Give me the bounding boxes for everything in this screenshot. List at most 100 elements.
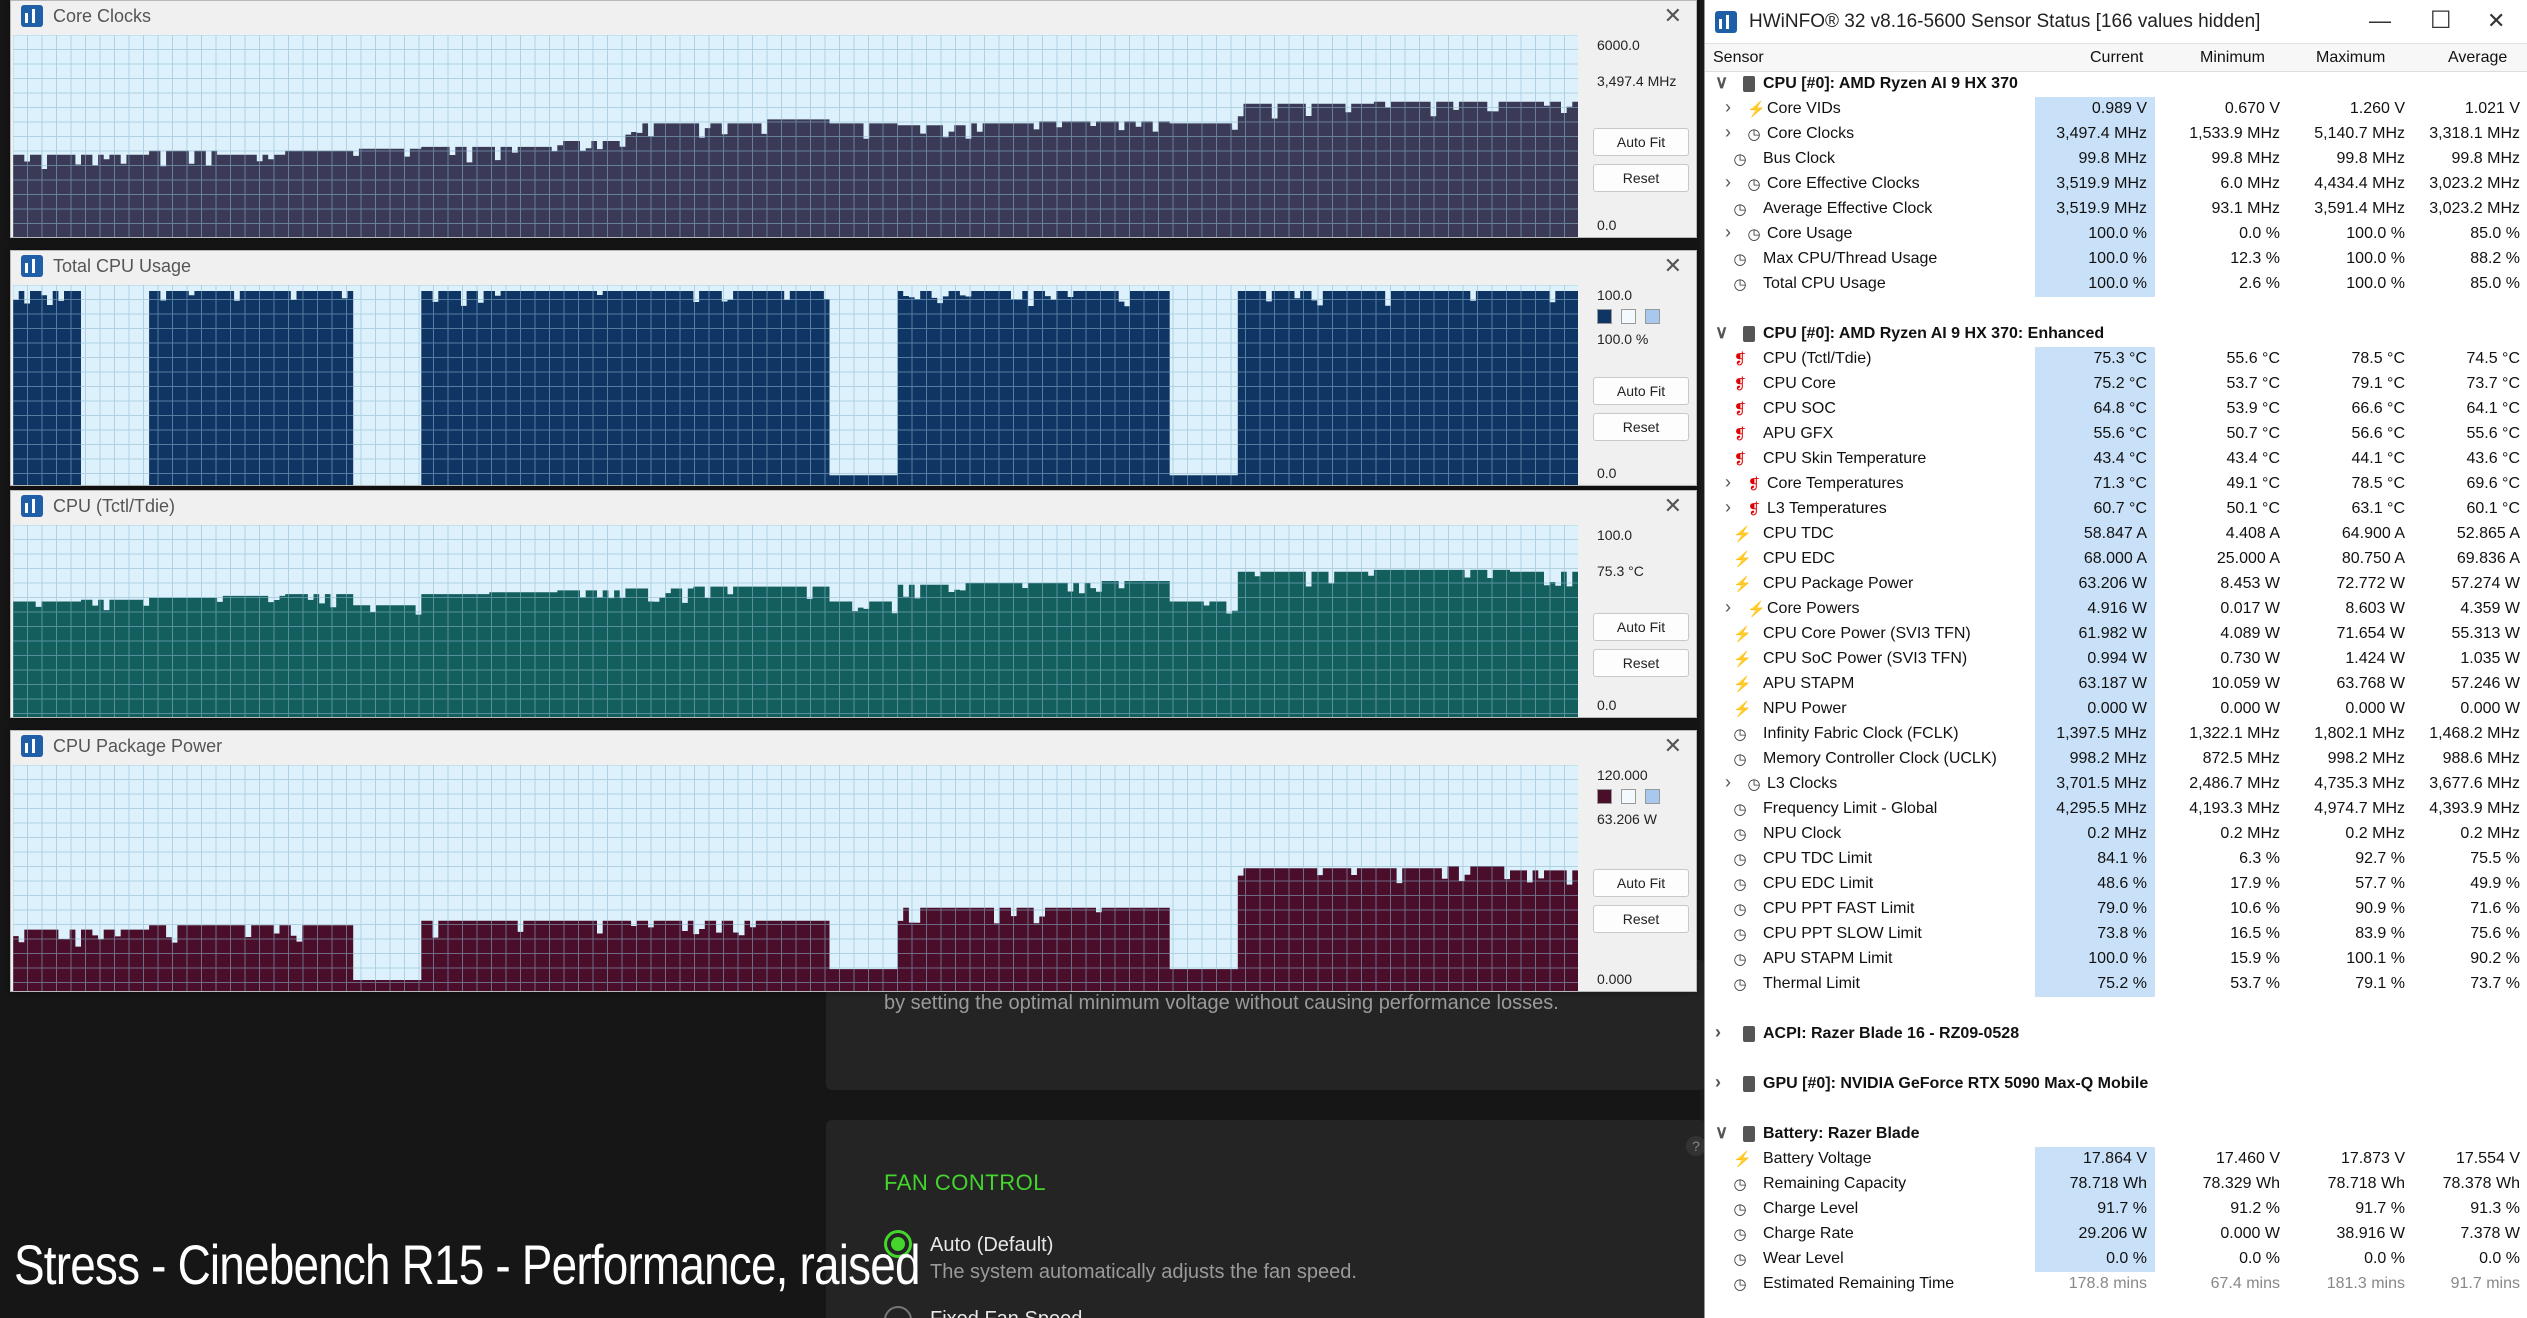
sensor-row[interactable]: ⚡ CPU SoC Power (SVI3 TFN) 0.994 W 0.730 W 1… <box>1705 647 2527 672</box>
chevron-right-icon[interactable]: › <box>1715 1022 1721 1043</box>
graph-window-4[interactable]: CPU Package Power ✕ 120.000 63.206 W Auto Fi… <box>10 730 1697 992</box>
graph-titlebar[interactable]: Total CPU Usage <box>11 251 1696 281</box>
sensor-row[interactable]: › ❡ L3 Temperatures 60.7 °C 50.1 °C 63.1 °C 60… <box>1705 497 2527 522</box>
sensor-average: 90.2 % <box>2470 950 2520 967</box>
grid-color-swatch[interactable] <box>1645 789 1660 804</box>
reset-button[interactable]: Reset <box>1593 649 1689 678</box>
auto-fit-button[interactable]: Auto Fit <box>1593 613 1689 642</box>
sensor-row[interactable]: ◷ Average Effective Clock 3,519.9 MHz 93.1 … <box>1705 197 2527 222</box>
close-icon[interactable]: ✕ <box>1664 255 1682 277</box>
sensor-row[interactable]: ◷ Infinity Fabric Clock (FCLK) 1,397.5 MHz… <box>1705 722 2527 747</box>
sensor-current: 43.4 °C <box>2035 447 2155 472</box>
close-icon[interactable]: ✕ <box>1664 735 1682 757</box>
chevron-right-icon[interactable]: › <box>1725 497 1731 518</box>
sensor-minimum: 0.000 W <box>2220 1225 2280 1242</box>
sensor-row[interactable]: ◷ Thermal Limit 75.2 % 53.7 % 79.1 % 73.7 % <box>1705 972 2527 997</box>
auto-fit-button[interactable]: Auto Fit <box>1593 377 1689 405</box>
chevron-right-icon[interactable]: › <box>1715 1072 1721 1093</box>
reset-button[interactable]: Reset <box>1593 163 1689 192</box>
graph-titlebar[interactable]: Core Clocks <box>11 1 1696 31</box>
sensor-row[interactable]: ◷ Bus Clock 99.8 MHz 99.8 MHz 99.8 MHz 99.8 M… <box>1705 147 2527 172</box>
sensor-group[interactable]: ∨ CPU [#0]: AMD Ryzen AI 9 HX 370 <box>1705 72 2527 97</box>
sensor-row[interactable]: › ◷ Core Effective Clocks 3,519.9 MHz 6.0 MH… <box>1705 172 2527 197</box>
chevron-down-icon[interactable]: ∨ <box>1715 1122 1728 1143</box>
sensor-row[interactable]: ⚡ CPU Core Power (SVI3 TFN) 61.982 W 4.089 … <box>1705 622 2527 647</box>
chevron-right-icon[interactable]: › <box>1725 597 1731 618</box>
sensor-group[interactable]: ∨ Battery: Razer Blade <box>1705 1122 2527 1147</box>
maximize-icon[interactable]: ☐ <box>2430 6 2452 35</box>
graph-window-1[interactable]: Core Clocks ✕ 6000.0 3,497.4 MHz Auto Fit Res… <box>10 0 1697 238</box>
col-sensor[interactable]: Sensor <box>1713 49 1764 67</box>
sensor-row[interactable]: ❡ CPU (Tctl/Tdie) 75.3 °C 55.6 °C 78.5 °C 74.… <box>1705 347 2527 372</box>
background-color-swatch[interactable] <box>1621 309 1636 324</box>
sensor-row[interactable]: ◷ CPU TDC Limit 84.1 % 6.3 % 92.7 % 75.5 % <box>1705 847 2527 872</box>
sensor-row[interactable]: › ⚡ Core Powers 4.916 W 0.017 W 8.603 W 4.359 … <box>1705 597 2527 622</box>
auto-fit-button[interactable]: Auto Fit <box>1593 127 1689 156</box>
sensor-minimum: 99.8 MHz <box>2211 150 2280 167</box>
chevron-down-icon[interactable]: ∨ <box>1715 72 1728 93</box>
background-color-swatch[interactable] <box>1621 789 1636 804</box>
sensor-row[interactable]: ⚡ CPU Package Power 63.206 W 8.453 W 72.772 … <box>1705 572 2527 597</box>
fan-fixed-label[interactable]: Fixed Fan Speed <box>930 1308 1082 1318</box>
close-icon[interactable]: ✕ <box>2487 8 2505 34</box>
sensor-row[interactable]: ◷ Frequency Limit - Global 4,295.5 MHz 4,19… <box>1705 797 2527 822</box>
fan-auto-label[interactable]: Auto (Default) <box>930 1234 1053 1257</box>
sensor-row[interactable]: › ◷ Core Usage 100.0 % 0.0 % 100.0 % 85.0 % <box>1705 222 2527 247</box>
sensor-row[interactable]: ⚡ CPU TDC 58.847 A 4.408 A 64.900 A 52.865 A <box>1705 522 2527 547</box>
chevron-right-icon[interactable]: › <box>1725 772 1731 793</box>
sensor-row[interactable]: ◷ CPU PPT FAST Limit 79.0 % 10.6 % 90.9 % 71.… <box>1705 897 2527 922</box>
graph-window-3[interactable]: CPU (Tctl/Tdie) ✕ 100.0 75.3 °C Auto Fit Rese… <box>10 490 1697 718</box>
graph-window-2[interactable]: Total CPU Usage ✕ 100.0 100.0 % Auto Fit Rese… <box>10 250 1697 486</box>
sensor-row[interactable]: ◷ Memory Controller Clock (UCLK) 998.2 MHz… <box>1705 747 2527 772</box>
sensor-row[interactable]: ❡ CPU SOC 64.8 °C 53.9 °C 66.6 °C 64.1 °C <box>1705 397 2527 422</box>
col-current[interactable]: Current <box>2090 49 2143 67</box>
sensor-row[interactable]: ◷ APU STAPM Limit 100.0 % 15.9 % 100.1 % 90.2… <box>1705 947 2527 972</box>
reset-button[interactable]: Reset <box>1593 904 1689 933</box>
help-icon[interactable]: ? <box>1686 1136 1706 1156</box>
minimize-icon[interactable]: — <box>2369 8 2391 34</box>
chevron-right-icon[interactable]: › <box>1725 172 1731 193</box>
sensor-row[interactable]: › ⚡ Core VIDs 0.989 V 0.670 V 1.260 V 1.021 V <box>1705 97 2527 122</box>
sensor-row[interactable]: ⚡ Battery Voltage 17.864 V 17.460 V 17.873 V… <box>1705 1147 2527 1172</box>
sensor-row[interactable]: ◷ CPU EDC Limit 48.6 % 17.9 % 57.7 % 49.9 % <box>1705 872 2527 897</box>
col-average[interactable]: Average <box>2448 49 2507 67</box>
graph-titlebar[interactable]: CPU (Tctl/Tdie) <box>11 491 1696 521</box>
sensor-row[interactable]: ◷ NPU Clock 0.2 MHz 0.2 MHz 0.2 MHz 0.2 MHz <box>1705 822 2527 847</box>
sensor-group[interactable]: ∨ CPU [#0]: AMD Ryzen AI 9 HX 370: Enhanc… <box>1705 322 2527 347</box>
sensor-group[interactable]: › ACPI: Razer Blade 16 - RZ09-0528 <box>1705 1022 2527 1047</box>
chevron-right-icon[interactable]: › <box>1725 122 1731 143</box>
sensor-group[interactable]: › GPU [#0]: NVIDIA GeForce RTX 5090 Max-Q… <box>1705 1072 2527 1097</box>
sensor-row[interactable]: ◷ Charge Rate 29.206 W 0.000 W 38.916 W 7.378… <box>1705 1222 2527 1247</box>
grid-color-swatch[interactable] <box>1645 309 1660 324</box>
sensor-row[interactable]: ◷ Estimated Remaining Time 178.8 mins 67.4 … <box>1705 1272 2527 1297</box>
chevron-right-icon[interactable]: › <box>1725 472 1731 493</box>
series-color-swatch[interactable] <box>1597 309 1612 324</box>
sensor-row[interactable]: ⚡ NPU Power 0.000 W 0.000 W 0.000 W 0.000 W <box>1705 697 2527 722</box>
sensor-row[interactable]: ◷ Wear Level 0.0 % 0.0 % 0.0 % 0.0 % <box>1705 1247 2527 1272</box>
sensor-row[interactable]: ◷ CPU PPT SLOW Limit 73.8 % 16.5 % 83.9 % 75.… <box>1705 922 2527 947</box>
sensor-row[interactable]: › ◷ Core Clocks 3,497.4 MHz 1,533.9 MHz 5,140… <box>1705 122 2527 147</box>
sensor-row[interactable]: ◷ Remaining Capacity 78.718 Wh 78.329 Wh 78.… <box>1705 1172 2527 1197</box>
sensor-row[interactable]: ❡ CPU Core 75.2 °C 53.7 °C 79.1 °C 73.7 °C <box>1705 372 2527 397</box>
sensor-row[interactable]: ⚡ APU STAPM 63.187 W 10.059 W 63.768 W 57.246… <box>1705 672 2527 697</box>
chevron-right-icon[interactable]: › <box>1725 97 1731 118</box>
auto-fit-button[interactable]: Auto Fit <box>1593 868 1689 897</box>
col-minimum[interactable]: Minimum <box>2200 49 2265 67</box>
sensor-row[interactable]: › ❡ Core Temperatures 71.3 °C 49.1 °C 78.5 °C… <box>1705 472 2527 497</box>
close-icon[interactable]: ✕ <box>1664 495 1682 517</box>
sensor-row[interactable]: ⚡ CPU EDC 68.000 A 25.000 A 80.750 A 69.836 A <box>1705 547 2527 572</box>
close-icon[interactable]: ✕ <box>1664 5 1682 27</box>
graph-titlebar[interactable]: CPU Package Power <box>11 731 1696 761</box>
sensor-row[interactable]: › ◷ L3 Clocks 3,701.5 MHz 2,486.7 MHz 4,735.3… <box>1705 772 2527 797</box>
chevron-right-icon[interactable]: › <box>1725 222 1731 243</box>
hwinfo-titlebar[interactable]: HWiNFO® 32 v8.16-5600 Sensor Status [166… <box>1705 0 2527 44</box>
reset-button[interactable]: Reset <box>1593 413 1689 441</box>
series-color-swatch[interactable] <box>1597 789 1612 804</box>
sensor-row[interactable]: ❡ CPU Skin Temperature 43.4 °C 43.4 °C 44.1 … <box>1705 447 2527 472</box>
chevron-down-icon[interactable]: ∨ <box>1715 322 1728 343</box>
sensor-row[interactable]: ◷ Max CPU/Thread Usage 100.0 % 12.3 % 100.0 … <box>1705 247 2527 272</box>
sensor-row[interactable]: ❡ APU GFX 55.6 °C 50.7 °C 56.6 °C 55.6 °C <box>1705 422 2527 447</box>
sensor-row[interactable]: ◷ Charge Level 91.7 % 91.2 % 91.7 % 91.3 % <box>1705 1197 2527 1222</box>
sensor-row[interactable]: ◷ Total CPU Usage 100.0 % 2.6 % 100.0 % 85.0 … <box>1705 272 2527 297</box>
col-maximum[interactable]: Maximum <box>2316 49 2385 67</box>
